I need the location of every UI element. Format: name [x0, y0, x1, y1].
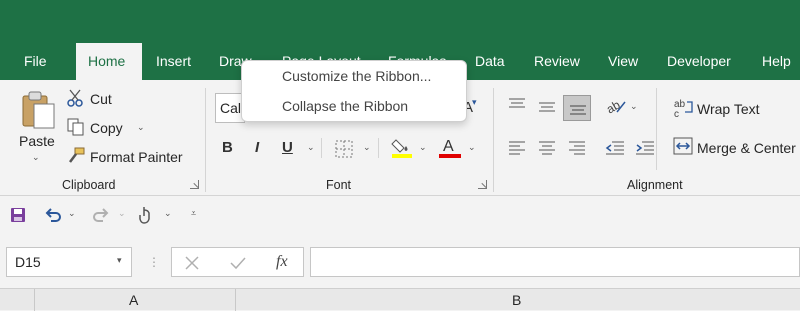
enter-check-icon[interactable]: [229, 255, 247, 271]
orientation-icon[interactable]: ab: [605, 96, 627, 116]
cut-button[interactable]: Cut: [90, 91, 112, 107]
borders-icon[interactable]: [335, 140, 353, 158]
middle-align-icon[interactable]: [538, 100, 556, 114]
copy-dropdown-chevron-icon[interactable]: ⌄: [137, 122, 145, 133]
quick-access-toolbar: ⌄ ⌄ ⌄ ⩡: [0, 196, 800, 234]
bottom-align-button[interactable]: [563, 95, 591, 121]
column-divider: [34, 289, 35, 311]
align-center-icon[interactable]: [538, 141, 556, 155]
column-header-b[interactable]: B: [512, 292, 521, 308]
wrap-text-icon[interactable]: ab c: [673, 98, 695, 118]
tab-review[interactable]: Review: [522, 43, 592, 80]
customize-qat-icon[interactable]: ⩡: [191, 208, 196, 219]
align-right-icon[interactable]: [568, 141, 586, 155]
clipboard-dialog-launcher-icon[interactable]: [190, 180, 199, 189]
name-box-dropdown-icon[interactable]: ▾: [117, 255, 122, 266]
tab-developer[interactable]: Developer: [655, 43, 743, 80]
tab-home[interactable]: Home: [76, 43, 142, 80]
svg-text:A: A: [443, 138, 454, 155]
svg-text:c: c: [674, 109, 679, 118]
column-header-a[interactable]: A: [129, 292, 138, 308]
touch-mode-dropdown-chevron-icon[interactable]: ⌄: [164, 208, 172, 219]
format-painter-button[interactable]: Format Painter: [90, 149, 183, 165]
group-divider: [493, 88, 494, 192]
clipboard-group-label: Clipboard: [62, 178, 116, 192]
bottom-align-icon: [570, 105, 586, 115]
collapse-ribbon-menu-item[interactable]: Collapse the Ribbon: [282, 98, 408, 114]
orientation-dropdown-chevron-icon[interactable]: ⌄: [630, 101, 638, 112]
wrap-text-button[interactable]: Wrap Text: [697, 101, 760, 117]
fill-color-dropdown-chevron-icon[interactable]: ⌄: [419, 142, 427, 153]
name-box[interactable]: D15: [6, 247, 132, 277]
toolbar-separator: [321, 138, 322, 158]
ribbon-context-menu: Customize the Ribbon... Collapse the Rib…: [241, 60, 467, 122]
toolbar-separator: [378, 138, 379, 158]
copy-button[interactable]: Copy: [90, 120, 123, 136]
column-headers: A B: [0, 288, 800, 311]
font-color-dropdown-chevron-icon[interactable]: ⌄: [468, 142, 476, 153]
format-painter-icon[interactable]: [67, 147, 85, 165]
increase-font-size-caret-icon[interactable]: ▾: [472, 97, 477, 108]
formula-bar-area: D15 ▾ ⋮ fx: [0, 234, 800, 288]
italic-button[interactable]: I: [255, 139, 259, 156]
decrease-indent-icon[interactable]: [605, 141, 625, 155]
underline-dropdown-chevron-icon[interactable]: ⌄: [307, 142, 315, 153]
alignment-group-label: Alignment: [627, 178, 683, 192]
save-icon[interactable]: [10, 207, 26, 223]
formula-buttons: fx: [171, 247, 304, 277]
top-align-icon[interactable]: [508, 98, 526, 112]
increase-indent-icon[interactable]: [635, 141, 655, 155]
formula-bar-grip-icon[interactable]: ⋮: [148, 255, 160, 269]
bold-button[interactable]: B: [222, 139, 233, 156]
touch-mouse-mode-icon[interactable]: [138, 206, 154, 224]
tab-help[interactable]: Help: [750, 43, 800, 80]
font-color-icon[interactable]: A: [439, 136, 461, 158]
formula-input[interactable]: [310, 247, 800, 277]
copy-icon[interactable]: [67, 118, 85, 136]
column-divider: [235, 289, 236, 311]
undo-icon[interactable]: [44, 207, 62, 223]
tab-view[interactable]: View: [596, 43, 650, 80]
tab-insert[interactable]: Insert: [144, 43, 203, 80]
paste-button[interactable]: Paste: [19, 133, 55, 149]
merge-center-button[interactable]: Merge & Center: [697, 140, 796, 156]
undo-dropdown-chevron-icon[interactable]: ⌄: [68, 208, 76, 219]
insert-function-button[interactable]: fx: [276, 253, 288, 271]
cut-icon[interactable]: [67, 89, 85, 107]
merge-center-icon[interactable]: [673, 137, 693, 155]
font-dialog-launcher-icon[interactable]: [478, 180, 487, 189]
svg-text:ab: ab: [605, 97, 623, 116]
group-divider: [205, 88, 206, 192]
paste-dropdown-chevron-icon[interactable]: ⌄: [32, 152, 40, 163]
cancel-icon[interactable]: [184, 255, 200, 271]
font-group-label: Font: [326, 178, 352, 192]
tab-data[interactable]: Data: [463, 43, 517, 80]
align-left-icon[interactable]: [508, 141, 526, 155]
customize-ribbon-menu-item[interactable]: Customize the Ribbon...: [282, 68, 431, 84]
borders-dropdown-chevron-icon[interactable]: ⌄: [363, 142, 371, 153]
toolbar-separator: [656, 88, 657, 170]
tab-file[interactable]: File: [12, 43, 59, 80]
underline-button[interactable]: U: [282, 139, 293, 156]
fill-color-icon[interactable]: [391, 136, 413, 158]
paste-icon[interactable]: [20, 90, 56, 130]
redo-icon[interactable]: [92, 207, 110, 223]
redo-dropdown-chevron-icon[interactable]: ⌄: [118, 208, 126, 219]
